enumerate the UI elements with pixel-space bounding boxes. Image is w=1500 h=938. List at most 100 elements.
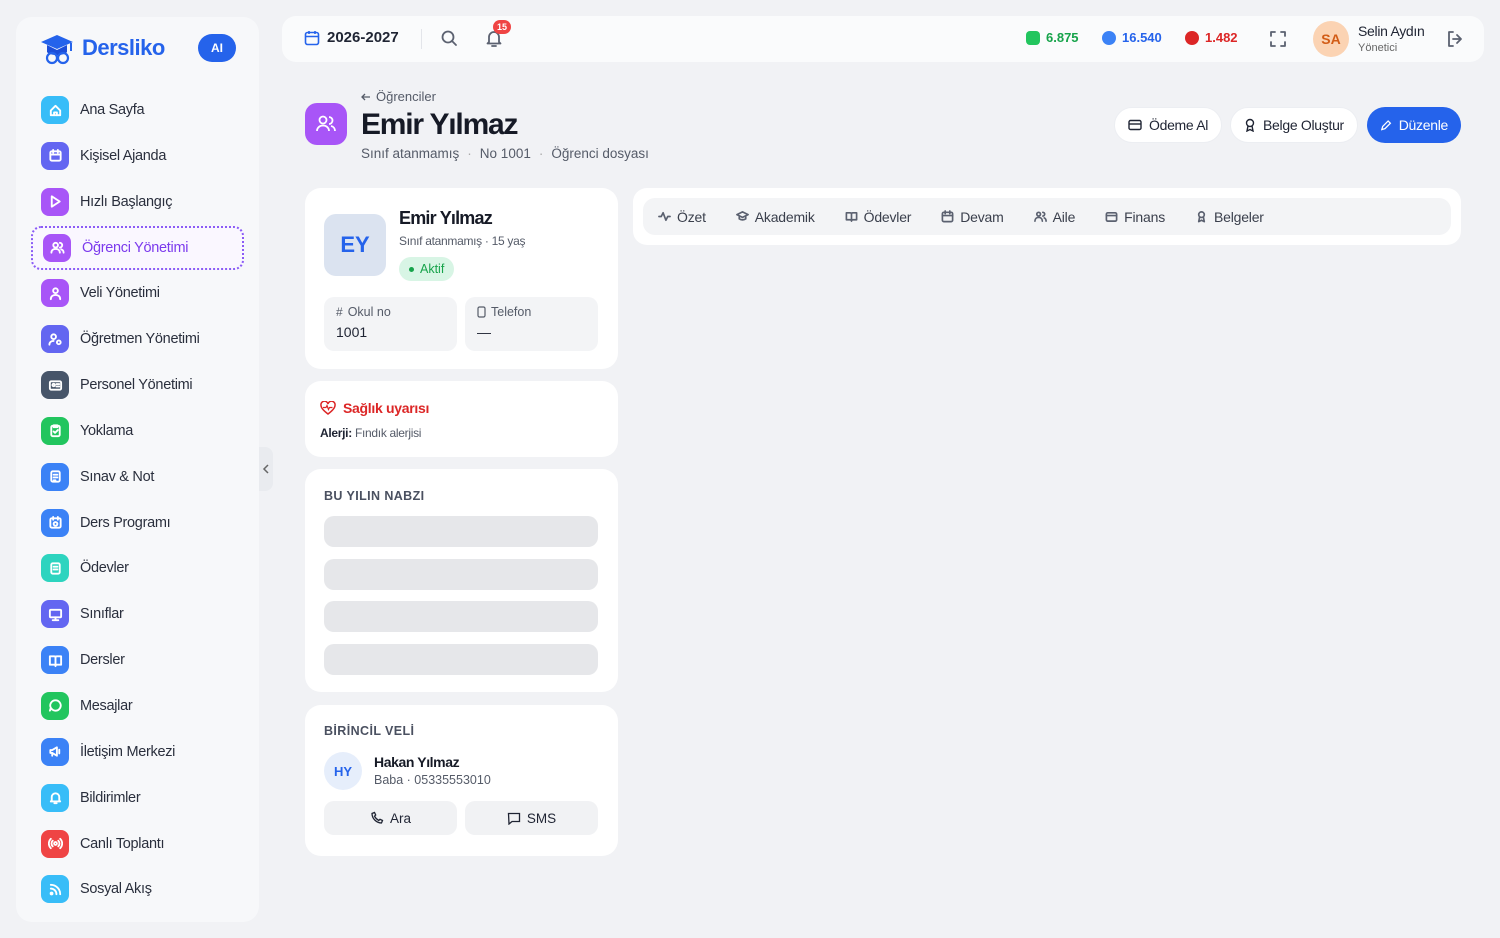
parent-meta: Baba · 05335553010: [374, 773, 491, 787]
sidebar-item-megaphone[interactable]: İletişim Merkezi: [31, 730, 244, 774]
phone-icon: [371, 811, 384, 824]
edit-button[interactable]: Düzenle: [1367, 107, 1461, 143]
parent-name: Hakan Yılmaz: [374, 754, 460, 770]
tab-label: Aile: [1052, 208, 1076, 225]
calendar-icon: [941, 210, 954, 223]
loading-skeleton: [324, 516, 598, 547]
sidebar-item-broadcast[interactable]: Canlı Toplantı: [31, 822, 244, 866]
page-subtitle: Sınıf atanmamış · No 1001 · Öğrenci dosy…: [361, 146, 649, 161]
sidebar-item-homework[interactable]: Ödevler: [31, 546, 244, 590]
parents-icon: [41, 279, 69, 308]
tab-label: Ödevler: [863, 208, 912, 225]
sidebar-item-classroom[interactable]: Sınıflar: [31, 592, 244, 636]
take-payment-button[interactable]: Ödeme Al: [1114, 107, 1223, 143]
id-card-icon: [41, 371, 69, 400]
sidebar-item-teacher[interactable]: Öğretmen Yönetimi: [31, 317, 244, 361]
back-link[interactable]: Öğrenciler: [361, 89, 436, 104]
loading-skeleton: [324, 559, 598, 590]
message-icon: [41, 691, 69, 720]
allergy-value: Fındık alerjisi: [354, 426, 422, 440]
student-number: No 1001: [479, 146, 531, 161]
search-icon[interactable]: [440, 29, 458, 47]
user-avatar[interactable]: SA: [1313, 21, 1349, 57]
tab-label: Özet: [677, 208, 706, 225]
phone-label: Telefon: [491, 305, 532, 319]
sidebar-item-label: Ödevler: [80, 560, 129, 577]
sms-button[interactable]: SMS: [465, 801, 598, 835]
tab-documents[interactable]: Belgeler: [1195, 209, 1264, 225]
play-icon: [41, 187, 69, 216]
feed-icon: [41, 875, 69, 904]
classroom-icon: [41, 600, 69, 629]
sidebar-item-home[interactable]: Ana Sayfa: [31, 88, 244, 132]
sidebar-item-label: Yoklama: [80, 422, 133, 439]
sidebar-item-clipboard[interactable]: Yoklama: [31, 409, 244, 453]
separator: ·: [538, 146, 544, 161]
sidebar-item-bell[interactable]: Bildirimler: [31, 776, 244, 820]
sidebar-item-calendar[interactable]: Kişisel Ajanda: [31, 134, 244, 178]
teacher-icon: [41, 325, 69, 354]
fullscreen-icon[interactable]: [1268, 29, 1288, 49]
create-document-button[interactable]: Belge Oluştur: [1230, 107, 1358, 143]
tab-family[interactable]: Aile: [1033, 208, 1076, 225]
sidebar-item-schedule[interactable]: Ders Programı: [31, 501, 244, 545]
user-name: Selin Aydın: [1358, 23, 1425, 39]
call-button[interactable]: Ara: [324, 801, 457, 835]
academic-year: 2026-2027: [327, 29, 399, 46]
top-bar: 2026-2027 15 6.875 16.540 1.482 SA Selin…: [282, 16, 1484, 62]
activity-icon: [658, 211, 671, 222]
school-number-value: 1001: [336, 324, 368, 340]
sidebar-item-exam[interactable]: Sınav & Not: [31, 455, 244, 499]
take-payment-label: Ödeme Al: [1149, 117, 1209, 133]
academic-year-selector[interactable]: 2026-2027: [304, 29, 399, 46]
tab-attendance[interactable]: Devam: [941, 209, 1004, 225]
student-meta: Sınıf atanmamış · 15 yaş: [399, 234, 526, 248]
allergy-label: Alerji:: [320, 426, 352, 440]
health-warning-label: Sağlık uyarısı: [343, 400, 430, 416]
sidebar-item-id-card[interactable]: Personel Yönetimi: [31, 363, 244, 407]
sidebar-item-label: Dersler: [80, 652, 125, 669]
sidebar-item-message[interactable]: Mesajlar: [31, 684, 244, 728]
brand-name: Dersliko: [82, 35, 165, 60]
student-avatar: EY: [324, 214, 386, 276]
collapse-sidebar-button[interactable]: [259, 447, 273, 491]
student-name: Emir Yılmaz: [399, 208, 493, 228]
tab-bar: Özet Akademik Ödevler Devam Aile Finans Belgel…: [643, 198, 1451, 235]
sidebar-item-feed[interactable]: Sosyal Akış: [31, 867, 244, 911]
create-document-label: Belge Oluştur: [1263, 117, 1344, 133]
sidebar-nav: Ana Sayfa Kişisel Ajanda Hızlı Başlangıç Öğ…: [31, 88, 244, 913]
logout-icon[interactable]: [1445, 29, 1465, 49]
award-icon: [1197, 211, 1206, 223]
phone-icon: [477, 306, 486, 318]
tab-summary[interactable]: Özet: [658, 209, 706, 225]
parent-avatar: HY: [324, 752, 362, 790]
edit-label: Düzenle: [1398, 117, 1449, 133]
tab-homework[interactable]: Ödevler: [845, 208, 912, 225]
sms-label: SMS: [526, 810, 557, 826]
sidebar-item-label: Personel Yönetimi: [80, 377, 193, 394]
sidebar-item-label: Veli Yönetimi: [80, 285, 160, 302]
pencil-icon: [1380, 119, 1392, 130]
sidebar-item-parents[interactable]: Veli Yönetimi: [31, 271, 244, 315]
brand[interactable]: Dersliko: [38, 31, 165, 65]
stat-value: 1.482: [1205, 30, 1238, 45]
tab-finance[interactable]: Finans: [1105, 209, 1165, 225]
ai-button[interactable]: AI: [198, 34, 236, 62]
heart-pulse-icon: [320, 401, 336, 415]
status-label: Aktif: [420, 262, 445, 276]
sidebar-item-users[interactable]: Öğrenci Yönetimi: [31, 225, 244, 270]
tab-academic[interactable]: Akademik: [735, 209, 815, 225]
separator: ·: [467, 146, 472, 161]
sidebar-item-play[interactable]: Hızlı Başlangıç: [31, 180, 244, 224]
year-pulse-card: BU YILIN NABZI: [305, 469, 618, 692]
sidebar-item-label: Öğretmen Yönetimi: [80, 331, 200, 348]
user-role: Yönetici: [1358, 42, 1398, 54]
tab-label: Belgeler: [1214, 208, 1264, 225]
megaphone-icon: [41, 737, 69, 766]
sidebar-item-book[interactable]: Dersler: [31, 638, 244, 682]
primary-parent-title: BİRİNCİL VELİ: [324, 724, 415, 738]
class-status: Sınıf atanmamış: [361, 146, 460, 161]
call-label: Ara: [389, 810, 411, 826]
users-icon: [1033, 211, 1047, 222]
sidebar-item-label: Sosyal Akış: [80, 881, 152, 898]
